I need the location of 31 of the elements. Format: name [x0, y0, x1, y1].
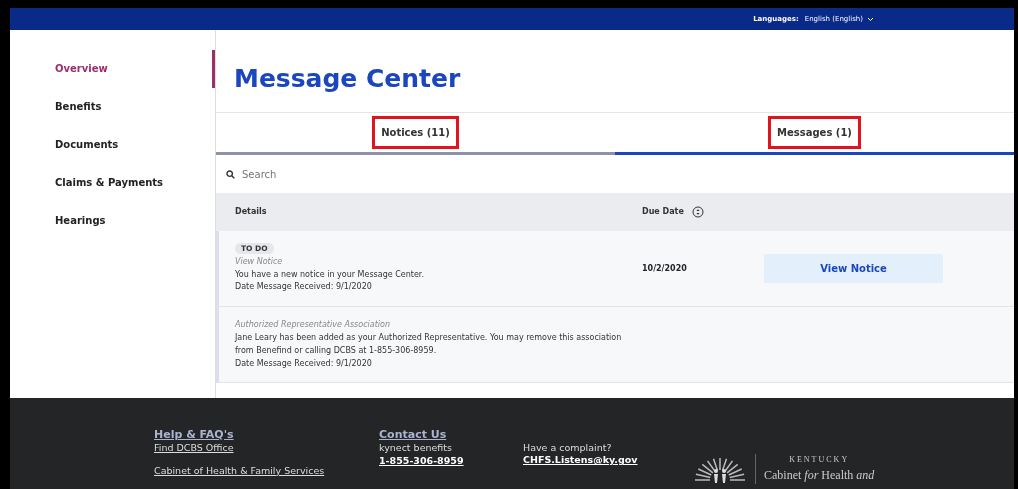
message-subject: Authorized Representative Association: [235, 319, 391, 332]
sidebar-item[interactable]: Hearings: [10, 202, 215, 240]
footer-link[interactable]: Find DCBS Office: [154, 442, 379, 455]
footer-text: kynect benefits: [379, 442, 454, 455]
footer-heading[interactable]: Contact Us: [379, 428, 523, 443]
logo-state-text: KENTUCKY: [788, 453, 851, 466]
due-date: 10/2/2020: [642, 263, 687, 273]
sidebar-item[interactable]: Documents: [10, 126, 215, 164]
received-date: Date Message Received: 9/1/2020: [235, 357, 373, 370]
view-notice-button[interactable]: View Notice: [764, 254, 943, 284]
tab[interactable]: Notices (11): [216, 113, 615, 155]
logo-name-text: Cabinet for Health and: [764, 466, 875, 484]
tab[interactable]: Messages (1): [615, 113, 1014, 155]
footer-link[interactable]: Cabinet of Health & Family Services: [154, 464, 379, 477]
sidebar-item[interactable]: Overview: [10, 50, 215, 88]
footer-heading[interactable]: Help & FAQ's: [154, 428, 379, 443]
page-title: Message Center: [234, 64, 462, 94]
column-header: Details: [235, 207, 267, 216]
footer-link[interactable]: 1-855-306-8959: [379, 454, 523, 467]
received-date: Date Message Received: 9/1/2020: [235, 281, 373, 294]
sidebar-item[interactable]: Claims & Payments: [10, 164, 215, 202]
sort-icon[interactable]: [691, 206, 704, 218]
footer-text: Have a complaint?: [523, 442, 613, 455]
message-body: Jane Leary has been added as your Authorized Representative. You may remove this association from Benefind or calling DCBS at 1-855-306-8959.: [235, 332, 623, 357]
message-subject: View Notice: [235, 255, 284, 268]
search-icon: [226, 169, 235, 179]
column-header: Due Date: [642, 206, 684, 218]
sidebar-item[interactable]: Benefits: [10, 88, 215, 126]
message-body: You have a new notice in your Message Center.: [235, 268, 425, 281]
chevron-down-icon: [867, 16, 874, 22]
footer-link[interactable]: CHFS.Listens@ky.gov: [523, 454, 693, 467]
